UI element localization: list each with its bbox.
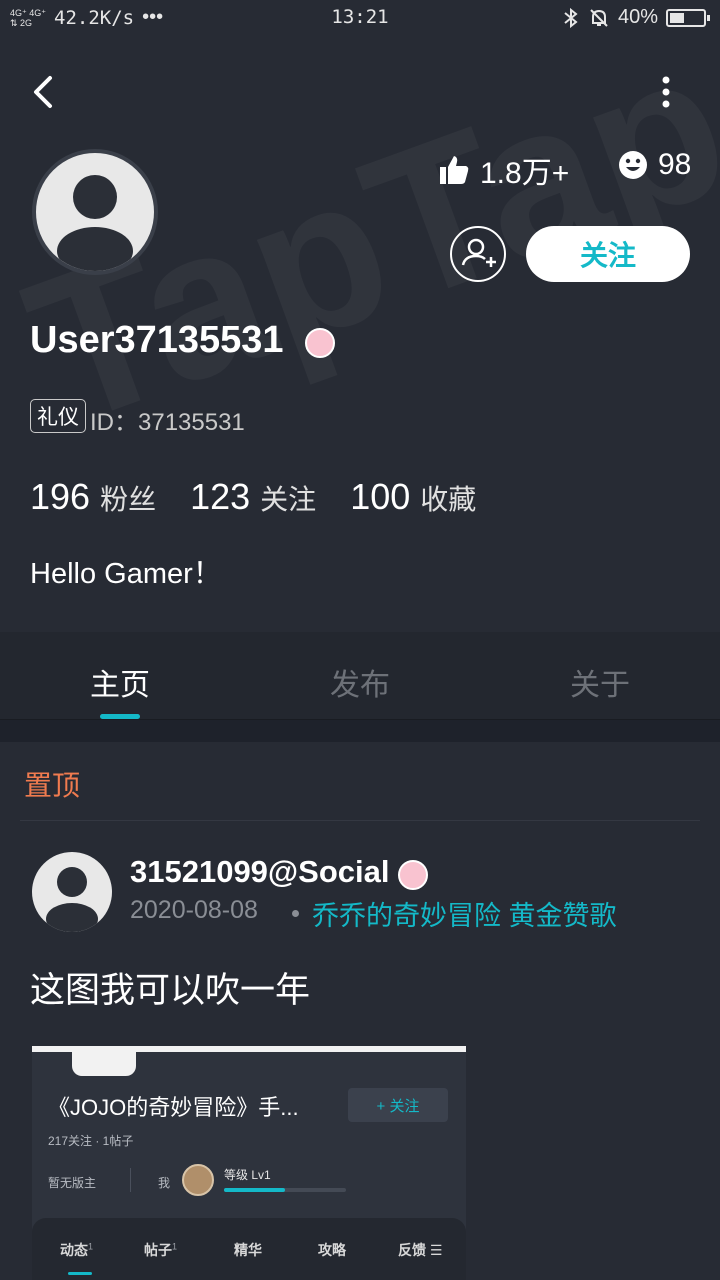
likes-count: 1.8万+ xyxy=(438,148,569,192)
embed-tab-indicator xyxy=(68,1272,92,1275)
embed-tab-feedback: 反馈 ☰ xyxy=(398,1242,443,1258)
battery-icon xyxy=(666,8,710,27)
more-vertical-icon[interactable] xyxy=(650,74,682,110)
profile-tabs: 主页 发布 关于 xyxy=(0,632,720,720)
post-game-tag[interactable]: 乔乔的奇妙冒险 黄金赞歌 xyxy=(312,894,617,933)
feed: 置顶 31521099@Social 2020-08-08 乔乔的奇妙冒险 黄金… xyxy=(0,742,720,1280)
smile-count: 98 xyxy=(618,148,691,182)
pinned-label: 置顶 xyxy=(24,770,81,801)
user-id: ID：37135531 xyxy=(90,409,245,436)
post-image[interactable]: 《JOJO的奇妙冒险》手... + 关注 217关注 · 1帖子 暂无版主 我 … xyxy=(32,1046,466,1280)
embed-tab-guides: 攻略 xyxy=(318,1242,346,1258)
separator-dot xyxy=(292,910,299,917)
add-user-icon xyxy=(461,238,496,267)
favorites-label[interactable]: 收藏 xyxy=(420,478,476,518)
following-label[interactable]: 关注 xyxy=(260,478,316,518)
active-tab-indicator xyxy=(100,714,140,719)
embed-me-label: 我 xyxy=(158,1176,171,1190)
profile-avatar[interactable] xyxy=(32,149,158,275)
divider xyxy=(20,820,700,821)
user-badge-icon[interactable] xyxy=(305,328,335,358)
embed-follow-button: + 关注 xyxy=(348,1088,448,1122)
embed-meta: 217关注 · 1帖子 xyxy=(48,1134,134,1148)
post-date: 2020-08-08 xyxy=(130,896,258,924)
tab-home[interactable]: 主页 xyxy=(0,660,240,704)
embed-title: 《JOJO的奇妙冒险》手... xyxy=(48,1095,299,1120)
favorites-count[interactable]: 100 xyxy=(350,476,410,518)
follow-button[interactable]: 关注 xyxy=(526,226,690,282)
silent-bell-icon xyxy=(590,8,608,27)
menu-icon: ☰ xyxy=(429,1242,443,1258)
likes-value: 1.8万+ xyxy=(480,157,570,190)
thumbs-up-icon xyxy=(440,156,469,184)
embed-no-moderator: 暂无版主 xyxy=(48,1176,97,1190)
embed-tab-threads: 帖子1 xyxy=(144,1241,178,1258)
profile-bio: Hello Gamer！ xyxy=(30,558,222,590)
embed-tab-feed: 动态1 xyxy=(60,1241,94,1258)
embed-level: 等级 Lv1 xyxy=(224,1168,271,1182)
post-author-name[interactable]: 31521099@Social xyxy=(130,854,389,890)
smile-value: 98 xyxy=(658,148,692,181)
embed-tab-featured: 精华 xyxy=(234,1242,262,1258)
embed-game-icon xyxy=(72,1046,136,1076)
tab-posts[interactable]: 发布 xyxy=(240,660,480,704)
post-author-badge-icon[interactable] xyxy=(398,860,428,890)
profile-stats: 196 粉丝 123 关注 100 收藏 xyxy=(30,476,510,518)
username: User37135531 xyxy=(30,319,284,361)
embed-level-bar xyxy=(224,1188,346,1192)
profile-header: TapTap 1.8万+ 98 关注 User37135531 礼仪 ID：37… xyxy=(0,36,720,632)
bluetooth-icon xyxy=(564,7,578,28)
etiquette-tag[interactable]: 礼仪 xyxy=(30,399,86,433)
battery-percent: 40% xyxy=(617,6,658,28)
add-friend-button[interactable] xyxy=(450,226,506,282)
status-bar: 4G⁺ 4G⁺ ⇅ 2G 42.2K/s ••• 13:21 40% xyxy=(0,0,720,36)
embed-divider xyxy=(130,1168,131,1192)
tab-about[interactable]: 关于 xyxy=(480,660,720,704)
embed-sub-tabs: 动态1 帖子1 精华 攻略 反馈 ☰ xyxy=(32,1218,466,1280)
post-text[interactable]: 这图我可以吹一年 xyxy=(30,962,310,1013)
post-author-avatar[interactable] xyxy=(32,852,112,932)
smiley-icon xyxy=(619,151,647,179)
following-count[interactable]: 123 xyxy=(190,476,250,518)
fans-count[interactable]: 196 xyxy=(30,476,90,518)
fans-label[interactable]: 粉丝 xyxy=(100,478,156,518)
back-arrow-icon[interactable] xyxy=(28,72,64,112)
embed-avatar xyxy=(182,1164,214,1196)
